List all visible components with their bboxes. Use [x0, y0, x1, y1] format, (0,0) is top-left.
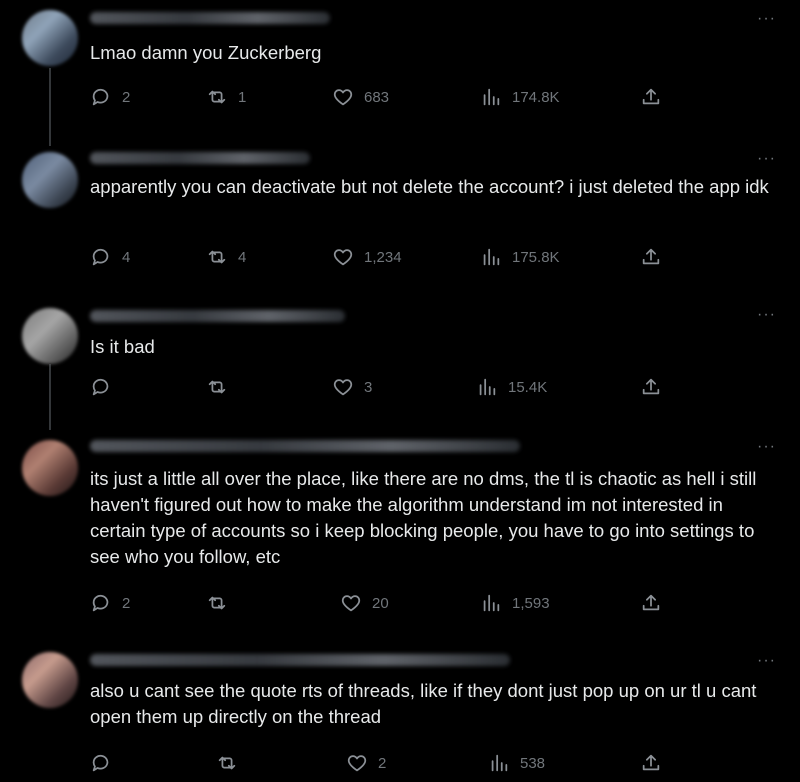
tweet-text: also u cant see the quote rts of threads…: [90, 680, 757, 727]
reply-icon: [92, 594, 109, 612]
views-count: 174.8K: [512, 88, 560, 106]
like-count: 3: [364, 378, 373, 396]
tweet[interactable]: ··· Lmao damn you Zuckerberg 2 1 683 174…: [0, 0, 800, 140]
views-count: 175.8K: [512, 248, 560, 266]
tweet-actions: 4 4 1,234 175.8K: [0, 246, 800, 270]
like-button[interactable]: 3: [332, 376, 372, 398]
share-button[interactable]: [640, 752, 662, 774]
views-button[interactable]: 1,593: [480, 592, 550, 614]
more-icon[interactable]: ···: [757, 306, 776, 324]
views-count: 1,593: [512, 594, 550, 612]
heart-icon: [333, 249, 353, 266]
retweet-button[interactable]: 4: [206, 246, 246, 268]
share-icon: [642, 378, 660, 395]
tweet[interactable]: ··· its just a little all over the place…: [0, 430, 800, 640]
avatar[interactable]: [22, 652, 78, 708]
reply-button[interactable]: 2: [90, 592, 130, 614]
reply-button[interactable]: [90, 376, 122, 398]
retweet-button[interactable]: 1: [206, 86, 246, 108]
more-icon[interactable]: ···: [757, 438, 776, 456]
more-icon[interactable]: ···: [757, 10, 776, 28]
share-icon: [642, 594, 660, 611]
tweet-text: apparently you can deactivate but not de…: [90, 176, 769, 197]
avatar[interactable]: [22, 152, 78, 208]
retweet-button[interactable]: [216, 752, 248, 774]
tweet-text: Lmao damn you Zuckerberg: [90, 42, 322, 63]
redacted-username: [90, 152, 310, 164]
reply-count: 4: [122, 248, 131, 266]
reply-button[interactable]: [90, 752, 122, 774]
heart-icon: [333, 379, 353, 396]
tweet-actions: 2 20 1,593: [0, 592, 800, 616]
tweet[interactable]: ··· apparently you can deactivate but no…: [0, 142, 800, 292]
like-button[interactable]: 1,234: [332, 246, 402, 268]
heart-icon: [333, 89, 353, 106]
views-icon: [483, 594, 500, 612]
tweet-actions: 2 538: [0, 752, 800, 776]
reply-button[interactable]: 2: [90, 86, 130, 108]
views-icon: [491, 754, 508, 772]
tweet[interactable]: ··· also u cant see the quote rts of thr…: [0, 642, 800, 782]
reply-icon: [92, 248, 109, 266]
retweet-icon: [208, 90, 226, 104]
redacted-username: [90, 440, 520, 452]
like-button[interactable]: 2: [346, 752, 386, 774]
share-button[interactable]: [640, 376, 662, 398]
tweet-text: its just a little all over the place, li…: [90, 468, 757, 567]
views-icon: [479, 378, 496, 396]
like-button[interactable]: 683: [332, 86, 389, 108]
heart-icon: [341, 595, 361, 612]
avatar[interactable]: [22, 308, 78, 364]
redacted-username: [90, 12, 330, 24]
heart-icon: [347, 755, 367, 772]
avatar[interactable]: [22, 440, 78, 496]
share-icon: [642, 88, 660, 105]
like-button[interactable]: 20: [340, 592, 389, 614]
reply-button[interactable]: 4: [90, 246, 130, 268]
retweet-icon: [218, 756, 236, 770]
views-icon: [483, 248, 500, 266]
like-count: 20: [372, 594, 389, 612]
share-button[interactable]: [640, 86, 662, 108]
retweet-count: 1: [238, 88, 247, 106]
views-button[interactable]: 174.8K: [480, 86, 560, 108]
reply-icon: [92, 88, 109, 106]
tweet-actions: 3 15.4K: [0, 376, 800, 400]
retweet-icon: [208, 596, 226, 610]
tweet-actions: 2 1 683 174.8K: [0, 86, 800, 110]
like-count: 1,234: [364, 248, 402, 266]
avatar[interactable]: [22, 10, 78, 66]
reply-icon: [92, 754, 109, 772]
reply-count: 2: [122, 88, 131, 106]
redacted-username: [90, 310, 345, 322]
share-icon: [642, 754, 660, 771]
retweet-count: 4: [238, 248, 247, 266]
share-button[interactable]: [640, 592, 662, 614]
views-button[interactable]: 15.4K: [476, 376, 547, 398]
reply-count: 2: [122, 594, 131, 612]
views-count: 538: [520, 754, 546, 772]
views-count: 15.4K: [508, 378, 548, 396]
views-button[interactable]: 538: [488, 752, 545, 774]
tweet-text: Is it bad: [90, 336, 155, 357]
retweet-icon: [208, 380, 226, 394]
redacted-username: [90, 654, 510, 666]
retweet-button[interactable]: [206, 592, 238, 614]
like-count: 683: [364, 88, 390, 106]
views-button[interactable]: 175.8K: [480, 246, 560, 268]
views-icon: [483, 88, 500, 106]
share-button[interactable]: [640, 246, 662, 268]
like-count: 2: [378, 754, 387, 772]
more-icon[interactable]: ···: [757, 652, 776, 670]
retweet-button[interactable]: [206, 376, 238, 398]
retweet-icon: [208, 250, 226, 264]
more-icon[interactable]: ···: [757, 150, 776, 168]
share-icon: [642, 248, 660, 265]
reply-icon: [92, 378, 109, 396]
tweet[interactable]: ··· Is it bad 3 15.4K: [0, 298, 800, 428]
